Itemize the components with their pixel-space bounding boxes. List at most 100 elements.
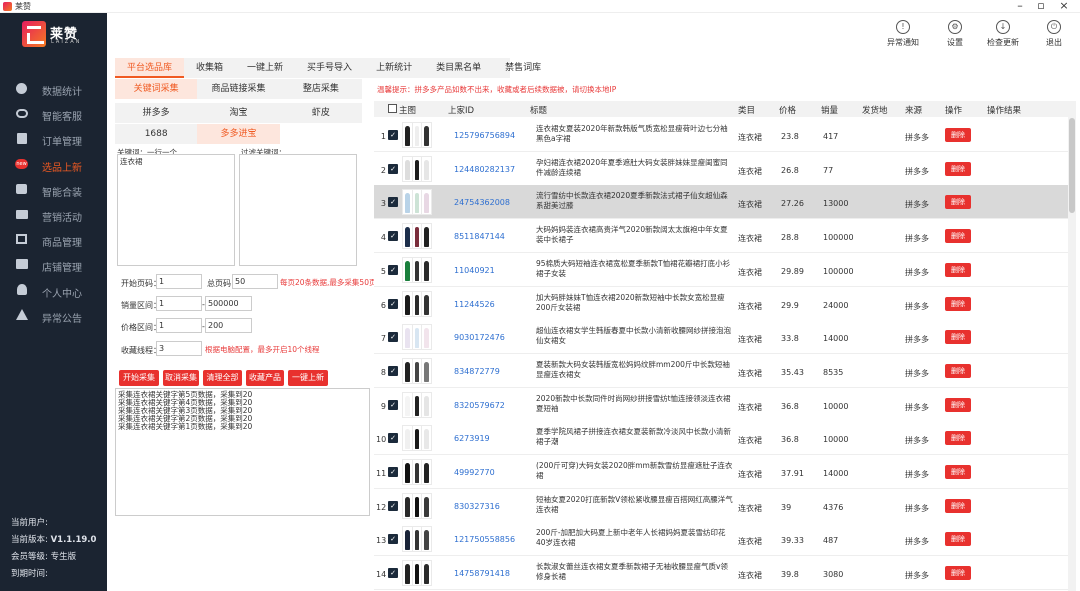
source-id-link[interactable]: 6273919	[454, 434, 490, 443]
source-id-link[interactable]: 124480282137	[454, 165, 515, 174]
row-checkbox[interactable]: ✓	[388, 332, 398, 343]
source-id-link[interactable]: 125796756894	[454, 131, 515, 140]
table-row[interactable]: 13 ✓ 121750558856 200斤-加肥加大码夏上新中老年人长裙妈妈夏装雪纺…	[374, 522, 1068, 557]
sub_tabs_row2-tab-2[interactable]: 淘宝	[197, 103, 280, 123]
nav-item-5[interactable]: 智能合装	[0, 178, 107, 202]
keywords-textarea[interactable]: 连衣裙	[117, 154, 235, 266]
clear-all-button[interactable]: 清理全部	[203, 370, 242, 386]
maximize-icon[interactable]: ▫	[1034, 0, 1048, 12]
row-checkbox[interactable]: ✓	[388, 298, 398, 309]
delete-button[interactable]: 删除	[945, 498, 971, 513]
sales-min-input[interactable]: 1	[156, 296, 202, 311]
delete-button[interactable]: 删除	[945, 296, 971, 311]
sub_tabs_row3-tab-2[interactable]: 多多进宝	[197, 124, 280, 144]
main-tab-4[interactable]: 买手号导入	[295, 58, 364, 78]
nav-item-4[interactable]: new 选品上新	[0, 153, 107, 177]
table-row[interactable]: 12 ✓ 830327316 短袖女夏2020打底新款V领松紧收腰显瘦百搭网红高腰洋气…	[374, 488, 1068, 523]
scrollbar-thumb[interactable]	[1069, 118, 1075, 213]
toolbar-button-1[interactable]: ! 异常通知	[883, 20, 923, 48]
source-id-link[interactable]: 24754362008	[454, 198, 510, 207]
source-id-link[interactable]: 834872779	[454, 367, 500, 376]
source-id-link[interactable]: 8511847144	[454, 232, 505, 241]
filter-keywords-textarea[interactable]	[239, 154, 357, 266]
sub_tabs_row2-tab-1[interactable]: 拼多多	[115, 103, 198, 123]
row-checkbox[interactable]: ✓	[388, 163, 398, 174]
sub_tabs_row2-tab-3[interactable]: 虾皮	[279, 103, 362, 123]
table-row[interactable]: 1 ✓ 125796756894 连衣裙女夏装2020年新款韩版气质宽松显瘦荷叶边七分…	[374, 118, 1068, 152]
table-row[interactable]: 8 ✓ 834872779 夏装新款大码女装韩版宽松妈妈纹胖mm200斤中长款短袖显瘦…	[374, 353, 1068, 388]
table-row[interactable]: 2 ✓ 124480282137 孕妇裙连衣裙2020年夏季遮肚大码女装胖妹妹显瘦闺蜜…	[374, 151, 1068, 186]
row-checkbox[interactable]: ✓	[388, 264, 398, 275]
thread-input[interactable]: 3	[156, 341, 202, 356]
table-row[interactable]: 3 ✓ 24754362008 流行雪纺中长款连衣裙2020夏季新款法式裙子仙女超仙森…	[374, 185, 1068, 220]
delete-button[interactable]: 删除	[945, 330, 971, 345]
delete-button[interactable]: 删除	[945, 566, 971, 581]
source-id-link[interactable]: 14758791418	[454, 569, 510, 578]
table-row[interactable]: 4 ✓ 8511847144 大码妈妈装连衣裙高贵洋气2020新款阔太太旗袍中年女夏装…	[374, 219, 1068, 254]
row-checkbox[interactable]: ✓	[388, 231, 398, 242]
delete-button[interactable]: 删除	[945, 532, 971, 547]
source-id-link[interactable]: 9030172476	[454, 333, 505, 342]
source-id-link[interactable]: 49992770	[454, 468, 495, 477]
source-id-link[interactable]: 11244526	[454, 300, 495, 309]
one-click-publish-button[interactable]: 一键上新	[288, 370, 328, 386]
table-row[interactable]: 5 ✓ 11040921 95棉质大码短袖连衣裙宽松夏季新款T恤裙花瓣裙打底小衫裙子女…	[374, 252, 1068, 287]
delete-button[interactable]: 删除	[945, 397, 971, 412]
table-row[interactable]: 6 ✓ 11244526 加大码胖妹妹T恤连衣裙2020新款短袖中长款女宽松显瘦200…	[374, 286, 1068, 321]
main-tab-2[interactable]: 收集箱	[184, 58, 235, 78]
source-id-link[interactable]: 8320579672	[454, 401, 505, 410]
table-row[interactable]: 10 ✓ 6273919 夏季学院风裙子拼接连衣裙女夏装新款冷淡风中长款小清新裙子潮连…	[374, 421, 1068, 456]
table-row[interactable]: 9 ✓ 8320579672 2020新款中长款同件时尚网纱拼接雪纺t恤连接领淡连衣裙…	[374, 387, 1068, 422]
delete-button[interactable]: 删除	[945, 195, 971, 210]
row-checkbox[interactable]: ✓	[388, 197, 398, 208]
table-row[interactable]: 11 ✓ 49992770 (200斤可穿)大码女装2020胖mm新款雪纺显瘦遮肚子连…	[374, 455, 1068, 489]
favorite-products-button[interactable]: 收藏产品	[246, 370, 284, 386]
sub_tabs_row1-tab-2[interactable]: 商品链接采集	[197, 79, 280, 99]
main-tab-3[interactable]: 一键上新	[235, 58, 295, 78]
select-all-checkbox[interactable]	[388, 104, 397, 113]
nav-item-1[interactable]: 数据统计	[0, 77, 107, 101]
delete-button[interactable]: 删除	[945, 262, 971, 277]
nav-item-3[interactable]: 订单管理	[0, 127, 107, 151]
table-row[interactable]: 14 ✓ 14758791418 长款淑女蕾丝连衣裙女夏季新款裙子无袖收腰显瘦气质v领…	[374, 556, 1068, 591]
row-checkbox[interactable]: ✓	[388, 433, 398, 444]
close-icon[interactable]: ×	[1057, 0, 1071, 12]
nav-item-10[interactable]: 异常公告	[0, 304, 107, 328]
sub_tabs_row3-tab-1[interactable]: 1688	[115, 124, 198, 144]
toolbar-button-4[interactable]: ⏻ 退出	[1034, 20, 1074, 48]
source-id-link[interactable]: 830327316	[454, 502, 500, 511]
minimize-icon[interactable]: –	[1013, 0, 1027, 12]
table-row[interactable]: 7 ✓ 9030172476 超仙连衣裙女学生韩版春夏中长款小清新收腰网纱拼接泡泡仙女…	[374, 320, 1068, 355]
main-tab-6[interactable]: 类目黑名单	[424, 58, 493, 78]
source-id-link[interactable]: 11040921	[454, 266, 495, 275]
main-tab-1[interactable]: 平台选品库	[115, 58, 185, 78]
row-checkbox[interactable]: ✓	[388, 534, 398, 545]
nav-item-7[interactable]: 商品管理	[0, 228, 107, 252]
delete-button[interactable]: 删除	[945, 128, 971, 142]
nav-item-2[interactable]: 智能客服	[0, 102, 107, 126]
delete-button[interactable]: 删除	[945, 465, 971, 479]
toolbar-button-2[interactable]: ⚙ 设置	[935, 20, 975, 48]
main-tab-5[interactable]: 上新统计	[364, 58, 424, 78]
row-checkbox[interactable]: ✓	[388, 130, 398, 140]
main-tab-7[interactable]: 禁售词库	[493, 58, 553, 78]
start-page-input[interactable]: 1	[156, 274, 202, 289]
row-checkbox[interactable]: ✓	[388, 399, 398, 410]
sales-max-input[interactable]: 500000	[205, 296, 252, 311]
nav-item-9[interactable]: 个人中心	[0, 279, 107, 303]
start-collect-button[interactable]: 开始采集	[119, 370, 159, 386]
row-checkbox[interactable]: ✓	[388, 467, 398, 477]
price-min-input[interactable]: 1	[156, 318, 202, 333]
delete-button[interactable]: 删除	[945, 363, 971, 378]
delete-button[interactable]: 删除	[945, 229, 971, 244]
cancel-collect-button[interactable]: 取消采集	[163, 370, 199, 386]
total-page-input[interactable]: 50	[232, 274, 278, 289]
row-checkbox[interactable]: ✓	[388, 568, 398, 579]
nav-item-6[interactable]: 营销活动	[0, 203, 107, 227]
sub_tabs_row1-tab-1[interactable]: 关键词采集	[115, 79, 198, 99]
toolbar-button-3[interactable]: ↓ 检查更新	[983, 20, 1023, 48]
delete-button[interactable]: 删除	[945, 161, 971, 176]
price-max-input[interactable]: 200	[205, 318, 252, 333]
sub_tabs_row1-tab-3[interactable]: 整店采集	[279, 79, 362, 99]
delete-button[interactable]: 删除	[945, 431, 971, 446]
